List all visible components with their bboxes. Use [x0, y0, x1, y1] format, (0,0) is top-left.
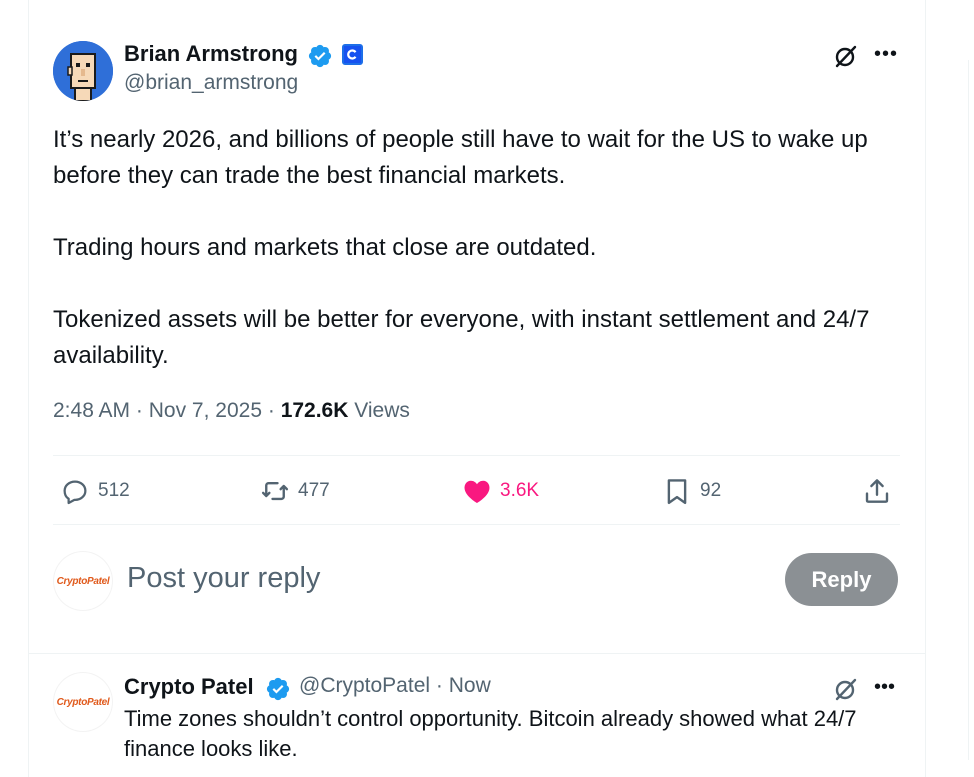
author-avatar[interactable] [53, 41, 113, 101]
tweet-paragraph: Tokenized assets will be better for ever… [53, 306, 870, 369]
tweet-paragraph: Trading hours and markets that close are… [53, 234, 597, 261]
separator: · [135, 399, 143, 422]
views-count: 172.6K [280, 399, 349, 422]
bookmark-icon [667, 479, 687, 505]
tweet-paragraph: It’s nearly 2026, and billions of people… [53, 126, 868, 189]
repost-icon [261, 481, 289, 501]
verified-badge-icon [308, 44, 332, 68]
separator: · [435, 674, 443, 697]
timeline-border-right [925, 0, 926, 777]
reply-author-avatar[interactable]: CryptoPatel [53, 672, 113, 732]
share-icon [865, 479, 889, 503]
bookmark-count: 92 [700, 480, 722, 501]
divider [28, 653, 926, 654]
heart-icon [464, 480, 490, 503]
reply-author-name[interactable]: Crypto Patel [124, 674, 254, 700]
avatar-logo-text: CryptoPatel [56, 696, 110, 708]
author-handle[interactable]: @brian_armstrong [124, 71, 298, 95]
reply-count: 512 [98, 480, 130, 501]
reply-time[interactable]: Now [449, 674, 491, 697]
composer-avatar[interactable]: CryptoPatel [53, 551, 113, 611]
reply-input[interactable]: Post your reply [127, 562, 320, 595]
tweet-time[interactable]: 2:48 AM [53, 399, 130, 422]
reply-icon [63, 480, 87, 505]
separator: · [267, 399, 275, 422]
coinbase-affiliate-icon[interactable] [342, 44, 363, 65]
reply-submit-button[interactable]: Reply [785, 553, 898, 606]
bookmark-button[interactable]: 92 [662, 474, 721, 508]
like-button[interactable]: 3.6K [462, 474, 539, 508]
repost-button[interactable]: 477 [260, 474, 330, 508]
views-label: Views [354, 399, 410, 422]
divider [53, 524, 900, 525]
like-count: 3.6K [500, 480, 540, 501]
sidebar-border [968, 60, 969, 760]
avatar-logo-text: CryptoPatel [56, 575, 110, 587]
share-button[interactable] [862, 474, 892, 508]
reply-author-meta: @CryptoPatel · Now [299, 674, 491, 698]
timeline-border-left [28, 0, 29, 777]
reply-button[interactable]: 512 [60, 474, 130, 508]
author-name[interactable]: Brian Armstrong [124, 41, 298, 67]
reply-author-handle[interactable]: @CryptoPatel [299, 674, 430, 697]
tweet-date[interactable]: Nov 7, 2025 [149, 399, 262, 422]
tweet-meta: 2:48 AM · Nov 7, 2025 · 172.6K Views [53, 399, 410, 423]
more-icon[interactable]: ••• [874, 42, 898, 66]
divider [53, 455, 900, 456]
reply-text: Time zones shouldn’t control opportunity… [124, 706, 857, 761]
more-icon[interactable]: ••• [874, 675, 895, 699]
verified-badge-icon [266, 677, 290, 701]
grok-icon[interactable] [832, 42, 860, 70]
grok-icon[interactable] [832, 675, 860, 703]
repost-count: 477 [298, 480, 330, 501]
